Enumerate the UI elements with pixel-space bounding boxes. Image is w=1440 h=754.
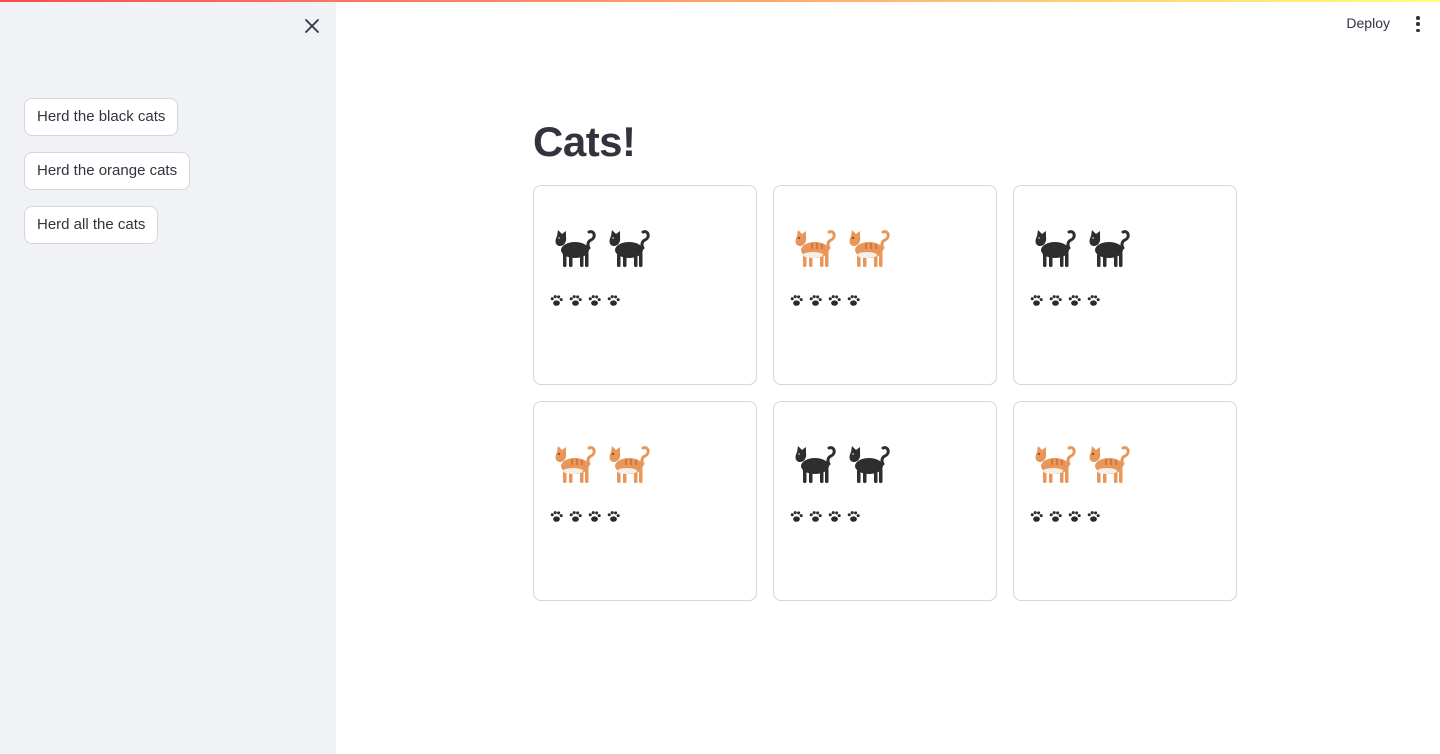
more-vertical-icon xyxy=(1416,16,1420,20)
cat-row xyxy=(788,438,892,488)
paw-prints-icon xyxy=(807,292,824,309)
black-cat-icon xyxy=(602,222,652,272)
paw-prints-icon xyxy=(807,508,824,525)
cat-row xyxy=(788,222,892,272)
paw-prints-row xyxy=(1028,508,1102,525)
paw-prints-row xyxy=(1028,292,1102,309)
close-sidebar-button[interactable] xyxy=(300,14,324,38)
orange-cat-icon xyxy=(548,438,598,488)
cat-row xyxy=(1028,438,1132,488)
orange-cat-icon xyxy=(602,438,652,488)
paw-prints-row xyxy=(548,292,622,309)
black-cat-icon xyxy=(1028,222,1078,272)
orange-cat-icon xyxy=(1082,438,1132,488)
cat-card xyxy=(1013,185,1237,385)
orange-cat-icon xyxy=(1028,438,1078,488)
app-header: Deploy xyxy=(336,0,1440,48)
paw-prints-icon xyxy=(586,292,603,309)
close-icon xyxy=(305,19,319,33)
sidebar: Herd the black cats Herd the orange cats… xyxy=(0,0,336,754)
cat-row xyxy=(1028,222,1132,272)
paw-prints-icon xyxy=(788,292,805,309)
main-menu-button[interactable] xyxy=(1412,14,1424,34)
paw-prints-icon xyxy=(1066,508,1083,525)
black-cat-icon xyxy=(788,438,838,488)
paw-prints-row xyxy=(788,292,862,309)
herd-all-cats-button[interactable]: Herd all the cats xyxy=(24,206,159,244)
paw-prints-icon xyxy=(1066,292,1083,309)
paw-prints-icon xyxy=(567,508,584,525)
black-cat-icon xyxy=(548,222,598,272)
paw-prints-row xyxy=(788,508,862,525)
black-cat-icon xyxy=(842,438,892,488)
paw-prints-icon xyxy=(826,508,843,525)
orange-cat-icon xyxy=(842,222,892,272)
page-title: Cats! xyxy=(533,118,636,165)
cat-card xyxy=(533,185,757,385)
paw-prints-icon xyxy=(788,508,805,525)
paw-prints-icon xyxy=(1047,292,1064,309)
paw-prints-icon xyxy=(1047,508,1064,525)
orange-cat-icon xyxy=(788,222,838,272)
cat-row xyxy=(548,222,652,272)
paw-prints-icon xyxy=(548,508,565,525)
paw-prints-icon xyxy=(1085,508,1102,525)
paw-prints-row xyxy=(548,508,622,525)
cat-card xyxy=(1013,401,1237,601)
herd-orange-cats-button[interactable]: Herd the orange cats xyxy=(24,152,191,190)
cat-card xyxy=(773,185,997,385)
top-decoration-bar xyxy=(0,0,1440,2)
sidebar-button-group: Herd the black cats Herd the orange cats… xyxy=(24,98,191,260)
paw-prints-icon xyxy=(605,292,622,309)
cat-card xyxy=(533,401,757,601)
paw-prints-icon xyxy=(826,292,843,309)
paw-prints-icon xyxy=(548,292,565,309)
black-cat-icon xyxy=(1082,222,1132,272)
paw-prints-icon xyxy=(1028,508,1045,525)
paw-prints-icon xyxy=(586,508,603,525)
cat-card-grid xyxy=(533,185,1237,601)
herd-black-cats-button[interactable]: Herd the black cats xyxy=(24,98,179,136)
paw-prints-icon xyxy=(1028,292,1045,309)
paw-prints-icon xyxy=(567,292,584,309)
paw-prints-icon xyxy=(605,508,622,525)
deploy-button[interactable]: Deploy xyxy=(1346,15,1390,31)
cat-card xyxy=(773,401,997,601)
paw-prints-icon xyxy=(845,508,862,525)
cat-row xyxy=(548,438,652,488)
paw-prints-icon xyxy=(1085,292,1102,309)
paw-prints-icon xyxy=(845,292,862,309)
